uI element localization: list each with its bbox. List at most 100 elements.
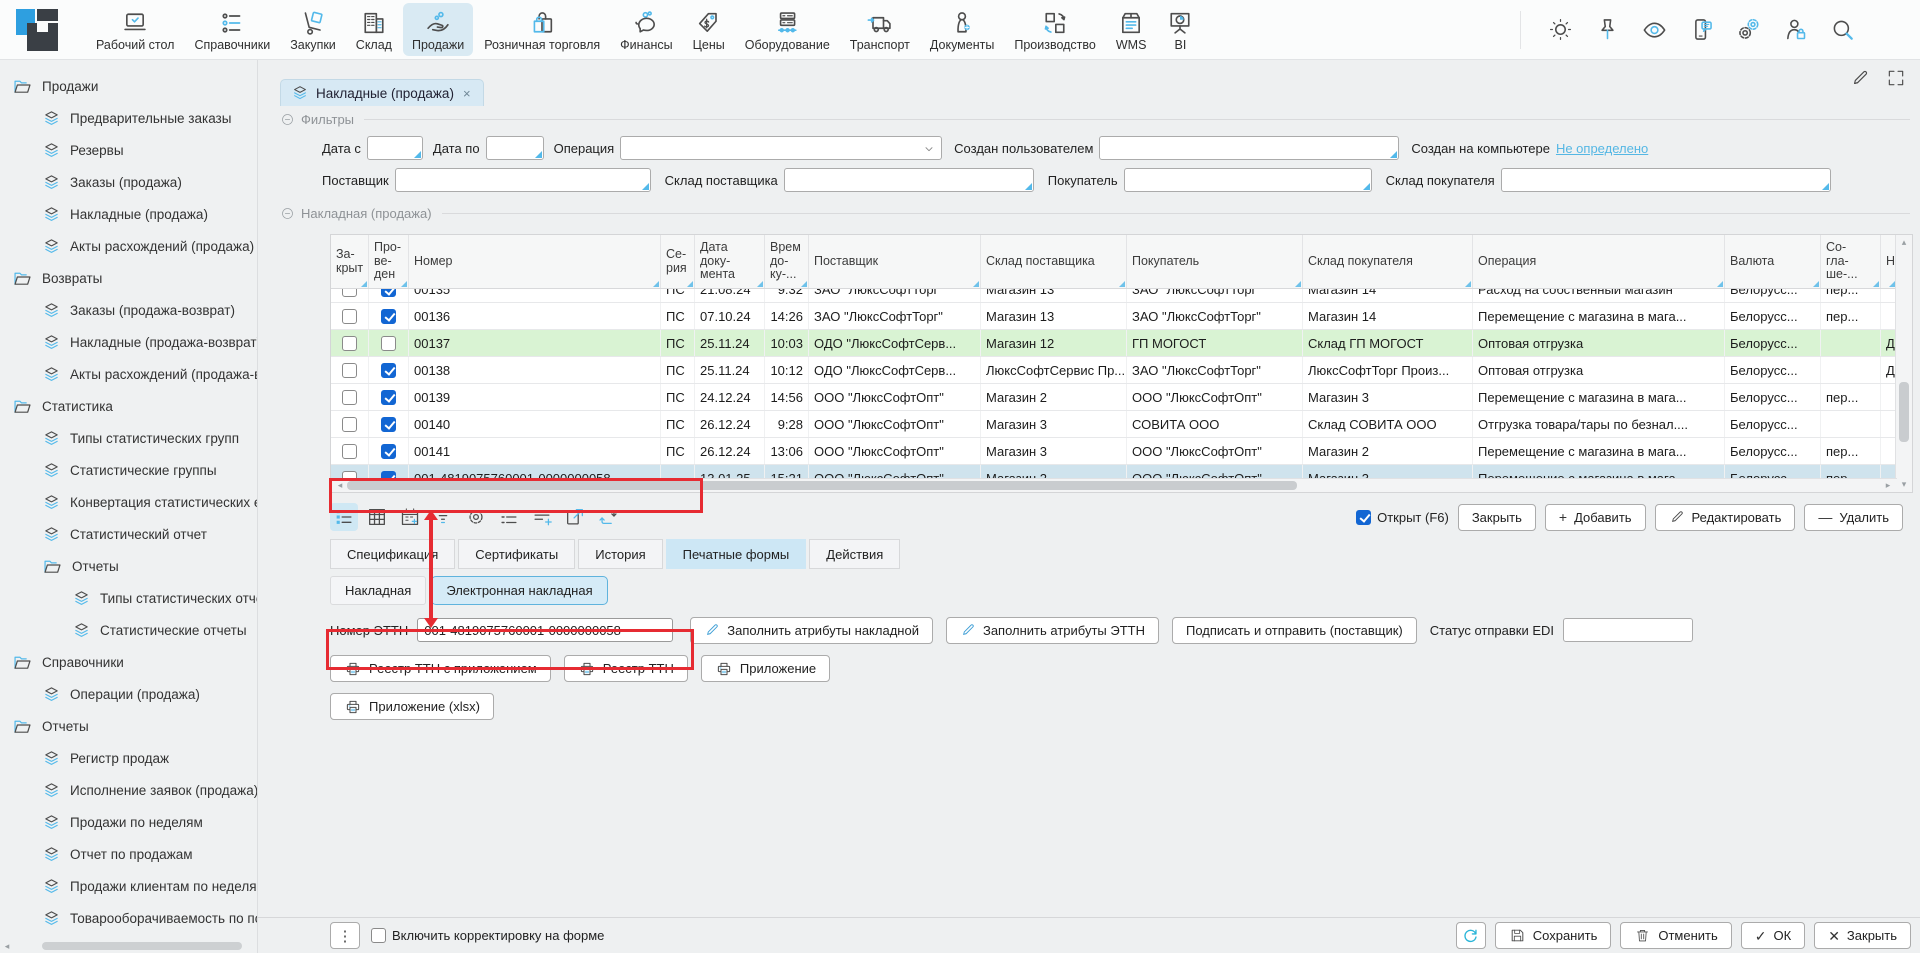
row-checkbox[interactable] [342, 444, 357, 459]
row-checkbox[interactable] [342, 336, 357, 351]
nav-item-purchases[interactable]: Закупки [281, 3, 345, 56]
scroll-right-icon[interactable]: ▸ [1881, 480, 1895, 491]
table-row[interactable]: 00140ПС26.12.249:28ООО "ЛюксСофтОпт"Мага… [331, 411, 1897, 438]
collapse-group-icon[interactable] [280, 206, 295, 221]
cancel-button[interactable]: Отменить [1620, 922, 1731, 949]
row-checkbox[interactable] [342, 289, 357, 297]
calendar-view-icon[interactable] [396, 503, 424, 531]
sidebar-item[interactable]: Накладные (продажа-возврат) [0, 326, 257, 358]
row-checkbox[interactable] [342, 390, 357, 405]
column-header[interactable]: Поставщик [809, 235, 981, 288]
ettn-action-0-button[interactable]: Заполнить атрибуты накладной [690, 617, 933, 644]
column-header[interactable]: Со- гла- ше-... [1821, 235, 1881, 288]
sidebar-item[interactable]: Статистика [0, 390, 257, 422]
scroll-left-icon[interactable]: ◂ [333, 480, 347, 491]
sidebar-item[interactable]: Типы статистических групп [0, 422, 257, 454]
sidebar-item[interactable]: Предварительные заказы [0, 102, 257, 134]
numbered-list-icon[interactable] [495, 503, 523, 531]
sidebar-item[interactable]: Регистр продаж [0, 742, 257, 774]
operation-filter-select[interactable] [620, 136, 942, 160]
collapse-group-icon[interactable] [280, 112, 295, 127]
row-checkbox[interactable] [381, 289, 396, 297]
nav-item-wms[interactable]: WMS [1107, 3, 1156, 56]
row-checkbox[interactable] [381, 390, 396, 405]
column-header[interactable]: Склад поставщика [981, 235, 1127, 288]
table-view-icon[interactable] [363, 503, 391, 531]
detail-tab[interactable]: Действия [809, 539, 900, 569]
print-subtab[interactable]: Электронная накладная [431, 576, 607, 605]
column-header[interactable]: Операция [1473, 235, 1725, 288]
sidebar-item[interactable]: Накладные (продажа) [0, 198, 257, 230]
close-button[interactable]: ✕Закрыть [1814, 922, 1911, 949]
sidebar-item[interactable]: Статистические отчеты [0, 614, 257, 646]
adjustment-checkbox[interactable] [371, 928, 386, 943]
grid-action-2-button[interactable]: Редактировать [1655, 504, 1796, 531]
table-row[interactable]: 00137ПС25.11.2410:03ОДО "ЛюксСофтСерв...… [331, 330, 1897, 357]
sidebar-item[interactable]: Продажи [0, 70, 257, 102]
sidebar-item[interactable]: Заказы (продажа-возврат) [0, 294, 257, 326]
date-from-input[interactable] [367, 136, 423, 160]
refresh-cycle-icon[interactable] [594, 503, 622, 531]
sidebar-item[interactable]: Статистический отчет [0, 518, 257, 550]
ettn-number-input[interactable]: 001-4819075760001-0000000058 [417, 618, 673, 642]
adjustment-checkbox-group[interactable]: Включить корректировку на форме [371, 928, 604, 943]
nav-item-prices[interactable]: Цены [684, 3, 734, 56]
theme-icon[interactable] [1547, 16, 1574, 43]
row-checkbox[interactable] [342, 309, 357, 324]
scrollbar-thumb[interactable] [42, 942, 242, 950]
print-button[interactable]: Реестр ТТН с приложением [330, 655, 551, 682]
grid-action-3-button[interactable]: —Удалить [1804, 504, 1903, 531]
nav-item-retail[interactable]: Розничная торговля [475, 3, 609, 56]
filter-icon[interactable] [429, 503, 457, 531]
print-button[interactable]: Приложение [701, 655, 830, 682]
row-checkbox[interactable] [381, 363, 396, 378]
print-button[interactable]: Приложение (xlsx) [330, 693, 494, 720]
table-row[interactable]: 00141ПС26.12.2413:06ООО "ЛюксСофтОпт"Маг… [331, 438, 1897, 465]
eye-icon[interactable] [1641, 16, 1668, 43]
column-header[interactable]: Валюта [1725, 235, 1821, 288]
column-header[interactable]: Дата доку- мента [695, 235, 765, 288]
sidebar-horizontal-scrollbar[interactable]: ◂ [0, 941, 258, 951]
sidebar-item[interactable]: Статистические группы [0, 454, 257, 486]
nav-item-warehouse[interactable]: Склад [347, 3, 401, 56]
sidebar-item[interactable]: Отчеты [0, 710, 257, 742]
nav-item-sales[interactable]: Продажи [403, 3, 473, 56]
tab-invoices-sale[interactable]: Накладные (продажа) × [280, 79, 484, 106]
table-row[interactable]: 00135ПС21.08.249:32ЗАО "ЛюксСофтТорг"Маг… [331, 289, 1897, 303]
column-header[interactable]: За- крыт [331, 235, 369, 288]
scrollbar-thumb[interactable] [1899, 382, 1909, 442]
open-window-icon[interactable] [561, 503, 589, 531]
sidebar-item[interactable]: Акты расхождений (продажа) [0, 230, 257, 262]
detail-tab[interactable]: Спецификация [330, 539, 455, 569]
more-actions-button[interactable]: ⋮ [330, 922, 360, 949]
open-f6-checkbox[interactable] [1356, 510, 1371, 525]
nav-item-documents[interactable]: Документы [921, 3, 1003, 56]
nav-item-bi[interactable]: BI [1157, 3, 1203, 56]
print-subtab[interactable]: Накладная [330, 576, 426, 605]
column-header[interactable]: Про- ве- ден [369, 235, 409, 288]
row-checkbox[interactable] [381, 309, 396, 324]
buyer-filter-input[interactable] [1124, 168, 1372, 192]
ettn-action-2-button[interactable]: Подписать и отправить (поставщик) [1172, 617, 1417, 644]
pin-icon[interactable] [1594, 16, 1621, 43]
user-lock-icon[interactable] [1782, 16, 1809, 43]
refresh-button[interactable] [1456, 922, 1486, 949]
table-row[interactable]: 00136ПС07.10.2414:26ЗАО "ЛюксСофтТорг"Ма… [331, 303, 1897, 330]
created-by-input[interactable] [1099, 136, 1399, 160]
column-header[interactable]: Врем до- ку-... [765, 235, 809, 288]
edi-status-input[interactable] [1563, 618, 1693, 642]
scrollbar-thumb[interactable] [347, 481, 1297, 490]
scroll-left-icon[interactable]: ◂ [0, 941, 14, 952]
row-checkbox[interactable] [342, 363, 357, 378]
table-horizontal-scrollbar[interactable]: ◂ ▸ [331, 478, 1897, 492]
fullscreen-expand-icon[interactable] [1886, 68, 1906, 88]
sidebar-item[interactable]: Продажи клиентам по неделям [0, 870, 257, 902]
supplier-filter-input[interactable] [395, 168, 651, 192]
nav-item-transport[interactable]: Транспорт [841, 3, 919, 56]
sidebar-item[interactable]: Возвраты [0, 262, 257, 294]
table-row[interactable]: 00139ПС24.12.2414:56ООО "ЛюксСофтОпт"Маг… [331, 384, 1897, 411]
row-checkbox[interactable] [342, 417, 357, 432]
save-button[interactable]: Сохранить [1495, 922, 1612, 949]
nav-item-catalog[interactable]: Справочники [185, 3, 279, 56]
nav-item-desktop[interactable]: Рабочий стол [87, 3, 183, 56]
